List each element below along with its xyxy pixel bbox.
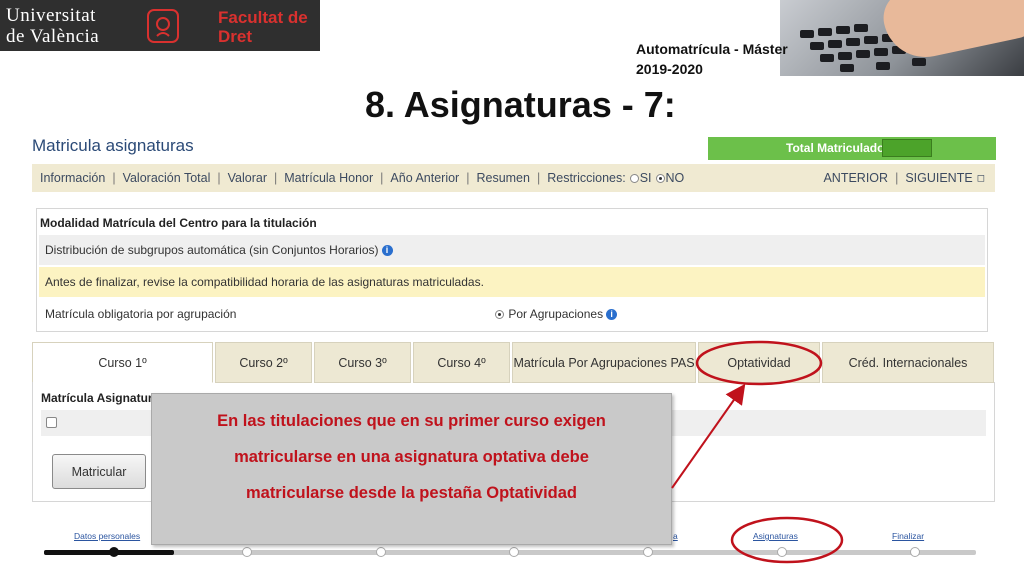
restriction-si-radio[interactable] [629, 173, 639, 183]
total-enrolled-bar: Total Matriculado [708, 137, 996, 160]
step-dot-1[interactable] [109, 547, 119, 557]
next-icon: ◻ [976, 172, 985, 184]
total-enrolled-label: Total Matriculado [786, 141, 885, 155]
siguiente-link[interactable]: SIGUIENTE [905, 171, 972, 185]
instruction-callout: En las titulaciones que en su primer cur… [151, 393, 672, 545]
tab-curso-4[interactable]: Curso 4º [413, 342, 510, 383]
anterior-link[interactable]: ANTERIOR [823, 171, 888, 185]
step-a[interactable]: a [673, 531, 678, 541]
info-icon[interactable]: i [606, 309, 618, 320]
obligatoria-row: Matrícula obligatoria por agrupación Por… [39, 299, 985, 329]
step-dot-7[interactable] [910, 547, 920, 557]
menu-resumen[interactable]: Resumen [476, 171, 530, 185]
tab-curso-3[interactable]: Curso 3º [314, 342, 411, 383]
step-dot-5[interactable] [643, 547, 653, 557]
tab-agrupaciones-pas[interactable]: Matrícula Por Agrupaciones PAS [512, 342, 696, 383]
course-note: Automatrícula - Máster 2019-2020 [636, 41, 788, 77]
agrupaciones-radio[interactable] [495, 310, 504, 319]
menu-matricula-honor[interactable]: Matrícula Honor [284, 171, 373, 185]
page-title: Matricula asignaturas [32, 136, 194, 155]
tab-optatividad[interactable]: Optatividad [698, 342, 820, 383]
tab-curso-1[interactable]: Curso 1º [32, 342, 213, 383]
logo-university-text: Universitat de València [6, 5, 100, 47]
restriction-no-label: NO [665, 171, 685, 185]
agrupaciones-option: Por Agrupaciones i [491, 307, 618, 321]
distribucion-row: Distribución de subgrupos automática (si… [39, 235, 985, 265]
tab-creditos-internacionales[interactable]: Créd. Internacionales [822, 342, 994, 383]
step-asignaturas[interactable]: Asignaturas [753, 531, 798, 541]
menu-valorar[interactable]: Valorar [228, 171, 267, 185]
step-dot-6[interactable] [777, 547, 787, 557]
warning-text: Antes de finalizar, revise la compatibil… [45, 275, 484, 289]
keyboard-photo [780, 0, 1024, 76]
restriction-no-radio[interactable] [655, 173, 665, 183]
restrictions-label: Restricciones: [547, 171, 626, 185]
seal-icon [147, 9, 179, 43]
callout-line-1: En las titulaciones que en su primer cur… [217, 412, 606, 430]
restriction-si-label: SI [639, 171, 652, 185]
modalidad-panel: Modalidad Matrícula del Centro para la t… [36, 208, 988, 332]
menu-informacion[interactable]: Información [40, 171, 105, 185]
info-icon[interactable]: i [381, 245, 393, 256]
modalidad-heading: Modalidad Matrícula del Centro para la t… [40, 216, 317, 230]
university-logo: Universitat de València Facultat de Dret [0, 0, 320, 51]
pagination-nav: ANTERIOR | SIGUIENTE ◻ [823, 171, 985, 185]
app-menu: Información | Valoración Total | Valorar | … [32, 164, 995, 192]
menu-valoracion-total[interactable]: Valoración Total [123, 171, 211, 185]
logo-faculty-text: Facultat de Dret [218, 8, 308, 46]
total-enrolled-value [882, 139, 932, 157]
select-all-checkbox[interactable] [46, 417, 57, 428]
hand-shape [878, 0, 1024, 65]
step-dot-2[interactable] [242, 547, 252, 557]
step-finalizar[interactable]: Finalizar [892, 531, 924, 541]
slide-title: 8. Asignaturas - 7: [365, 84, 676, 125]
step-dot-3[interactable] [376, 547, 386, 557]
distribucion-text: Distribución de subgrupos automática (si… [45, 243, 379, 257]
agrupaciones-label: Por Agrupaciones [508, 307, 604, 321]
course-tabs: Curso 1º Curso 2º Curso 3º Curso 4º Matr… [32, 342, 995, 383]
step-dot-4[interactable] [509, 547, 519, 557]
step-datos-personales[interactable]: Datos personales [74, 531, 140, 541]
subjects-heading: Matrícula Asignatura [41, 391, 160, 405]
obligatoria-text: Matrícula obligatoria por agrupación [45, 307, 237, 321]
matricular-button[interactable]: Matricular [52, 454, 146, 489]
menu-ano-anterior[interactable]: Año Anterior [390, 171, 459, 185]
callout-line-2: matricularse en una asignatura optativa … [234, 448, 589, 466]
warning-row: Antes de finalizar, revise la compatibil… [39, 267, 985, 297]
tab-curso-2[interactable]: Curso 2º [215, 342, 312, 383]
callout-line-3: matricularse desde la pestaña Optativida… [245, 484, 578, 502]
